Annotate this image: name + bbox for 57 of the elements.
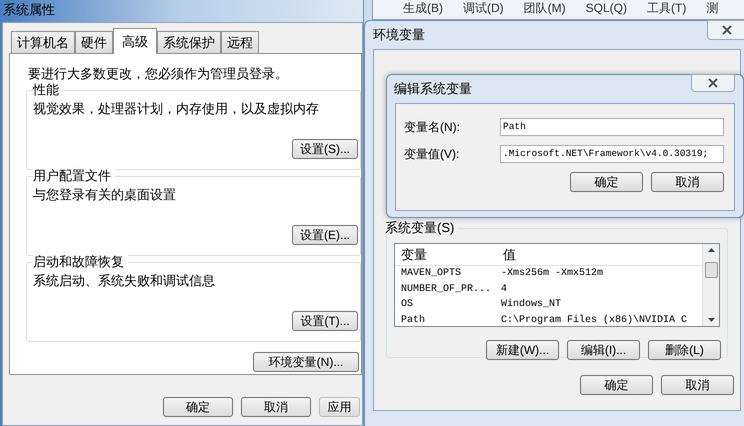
settings-button[interactable]: 设置(E)... [292, 224, 358, 244]
menu-item[interactable]: 生成(B) [403, 1, 443, 16]
column-header[interactable]: 值 [501, 244, 516, 264]
dialog-button[interactable]: 确定 [570, 172, 643, 192]
close-button[interactable] [691, 74, 735, 92]
scroll-down-icon[interactable] [708, 318, 714, 322]
dialog-button[interactable]: 确定 [580, 375, 653, 395]
table-cell-text: 4 [501, 282, 508, 297]
table-cell-text: -Xms256m -Xmx512m [501, 267, 604, 282]
tab[interactable]: 计算机名 [11, 31, 75, 53]
dialog-button[interactable]: 取消 [651, 172, 724, 192]
list-action-button[interactable]: 编辑(I)... [567, 340, 640, 360]
tab[interactable]: 硬件 [75, 31, 113, 53]
list-action-button[interactable]: 删除(L) [648, 340, 721, 360]
table-cell-text: Path [400, 314, 426, 326]
group-description: 系统启动、系统失败和调试信息 [33, 272, 215, 288]
scrollbar-thumb[interactable] [704, 262, 718, 278]
table-cell-text: NUMBER_OF_PR... [400, 282, 492, 297]
table-cell-text: Windows_NT [501, 298, 562, 312]
menu-item[interactable]: 测 [706, 1, 718, 16]
text-field[interactable]: Path [500, 118, 724, 136]
group-description: 视觉效果，处理器计划，内存使用，以及虚拟内存 [33, 100, 319, 116]
settings-button[interactable]: 设置(S)... [292, 138, 358, 158]
menu-item[interactable]: 工具(T) [647, 1, 686, 16]
group-description: 与您登录有关的桌面设置 [33, 186, 176, 202]
field-label: 变量值(V): [403, 146, 460, 163]
close-icon [721, 25, 733, 35]
text-field[interactable]: .Microsoft.NET\Framework\v4.0.30319; [500, 145, 724, 163]
settings-button[interactable]: 设置(T)... [292, 310, 358, 330]
close-button[interactable] [707, 20, 744, 40]
scroll-up-icon[interactable] [708, 248, 714, 252]
dialog-button[interactable]: 取消 [241, 397, 311, 417]
group-title: 用户配置文件 [33, 168, 115, 184]
table-cell-text: MAVEN_OPTS [400, 267, 462, 282]
tab[interactable]: 远程 [221, 31, 259, 53]
field-label: 变量名(N): [403, 119, 461, 136]
dialog-title: 编辑系统变量 [394, 80, 472, 98]
close-icon [707, 78, 719, 88]
table-cell-text: OS [400, 298, 414, 312]
group-title: 启动和故障恢复 [33, 254, 128, 270]
tab[interactable]: 高级 [113, 28, 157, 54]
menu-item[interactable]: 调试(D) [463, 1, 504, 16]
menu-item[interactable]: 团队(M) [524, 1, 566, 16]
window-title: 环境变量 [373, 26, 425, 44]
list-action-button[interactable]: 新建(W)... [486, 340, 559, 360]
environment-variables-button[interactable]: 环境变量(N)... [253, 352, 359, 372]
dialog-button[interactable]: 确定 [163, 397, 233, 417]
group-title: 系统变量(S) [385, 220, 458, 236]
notice-text: 要进行大多数更改，您必须作为管理员登录。 [28, 65, 289, 83]
group-title: 性能 [33, 82, 63, 98]
table-cell-text: C:\Program Files (x86)\NVIDIA C [501, 314, 688, 326]
dialog-button[interactable]: 取消 [661, 375, 734, 395]
window-title: 系统属性 [3, 1, 55, 20]
tab[interactable]: 系统保护 [157, 31, 221, 53]
menu-item[interactable]: SQL(Q) [586, 1, 628, 16]
column-header[interactable]: 变量 [395, 244, 501, 264]
scrollbar[interactable] [702, 244, 719, 326]
